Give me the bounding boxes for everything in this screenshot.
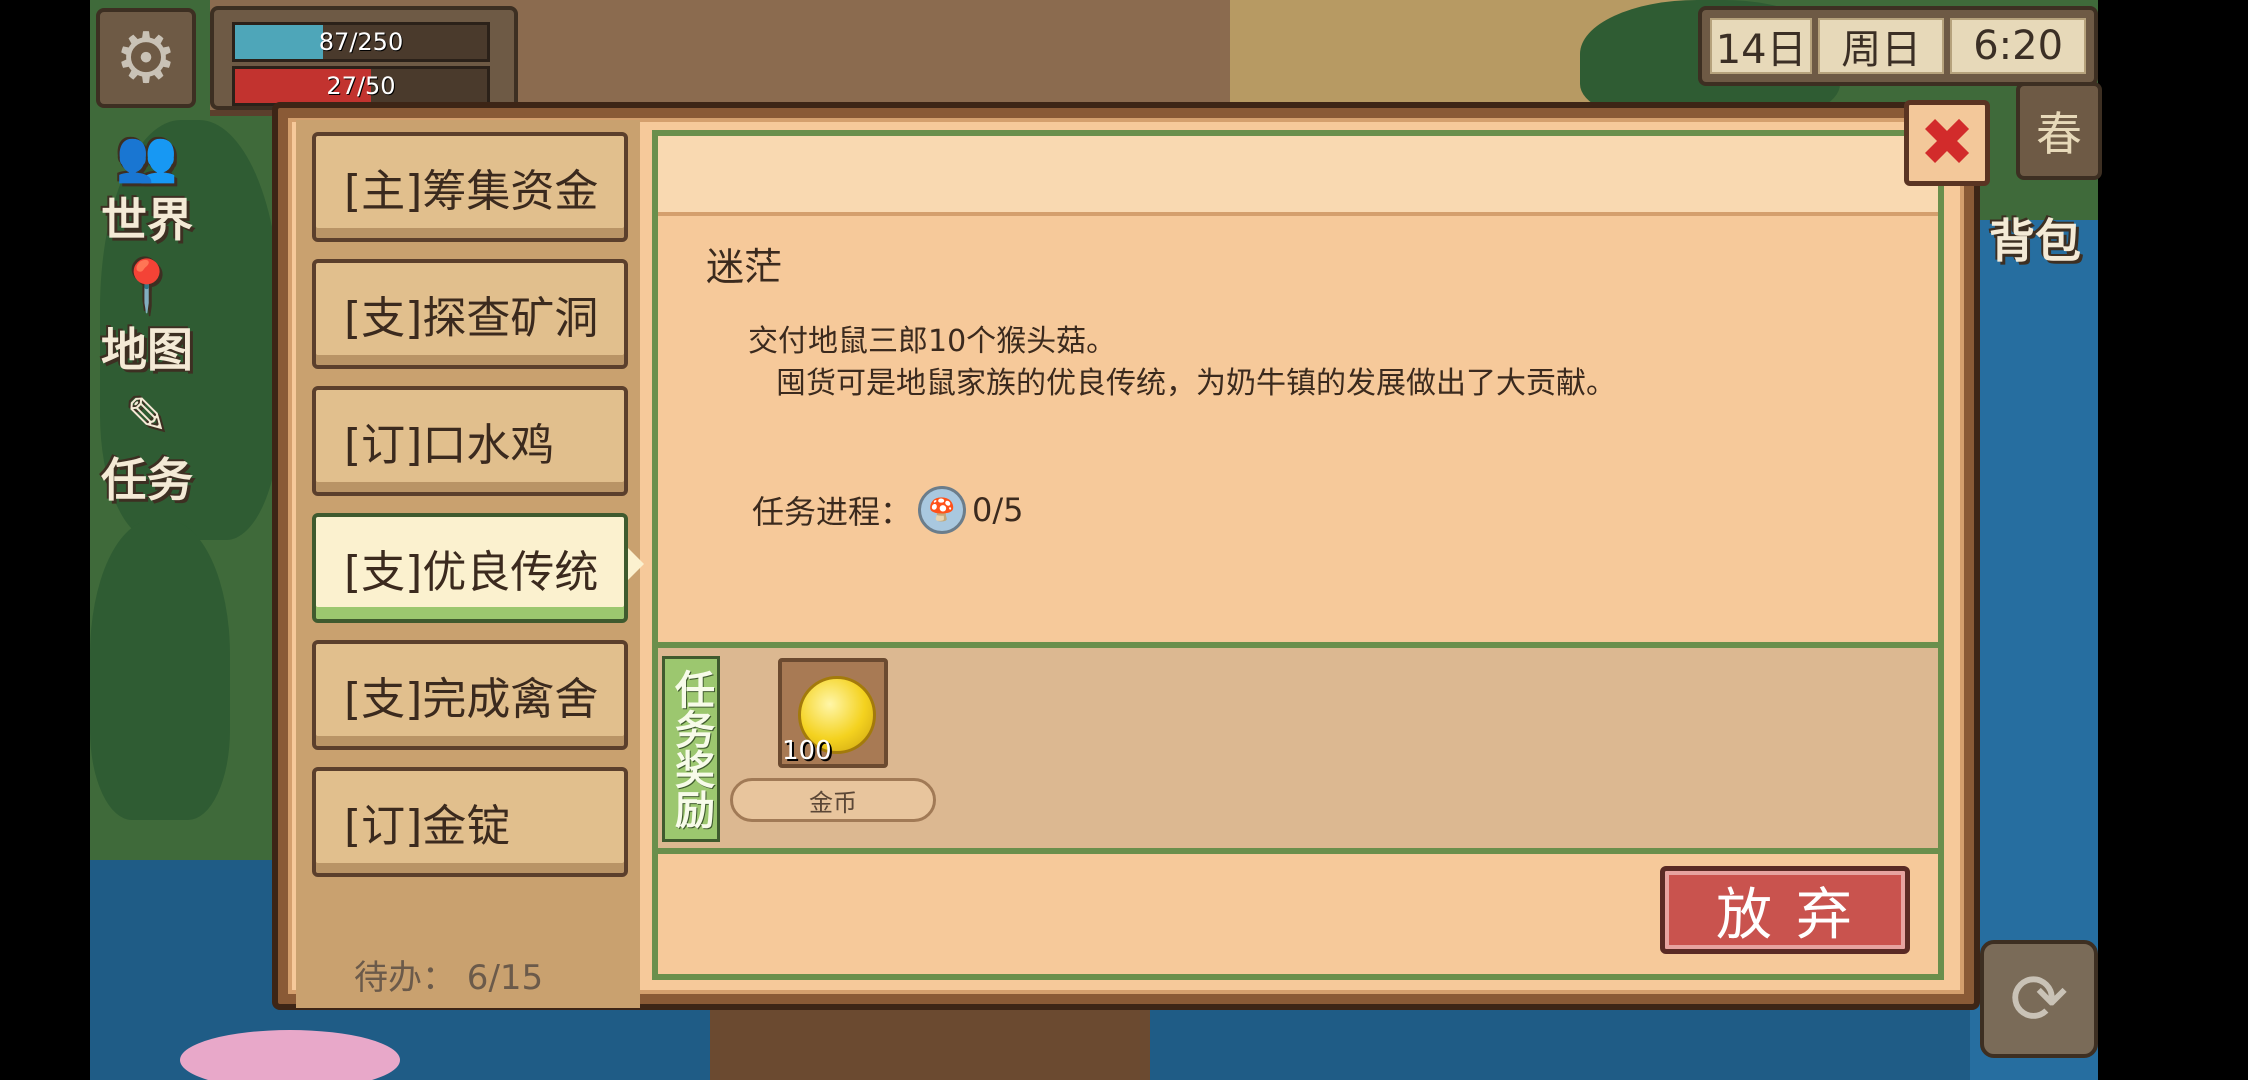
quest-item-label: [支]探查矿洞 [344,293,599,344]
quest-item[interactable]: [支]完成禽舍 [312,640,628,750]
clock-time: 6:20 [1950,18,2086,74]
quest-item-label: [主]筹集资金 [344,166,599,217]
map-button[interactable]: 📍 地图 [92,258,202,380]
people-icon: 👥 [115,127,179,185]
selection-arrow-icon [628,548,644,580]
close-icon: ✖ [1919,104,1975,181]
energy-bar: 27/50 [232,66,490,106]
refresh-button[interactable]: ⟳ [1980,940,2098,1058]
quest-title: 迷茫 [706,245,783,289]
date-weekday: 周日 [1818,18,1945,74]
quest-item[interactable]: [订]金锭 [312,767,628,877]
quest-detail-panel: 迷茫 交付地鼠三郎10个猴头菇。 囤货可是地鼠家族的优良传统，为奶牛镇的发展做出… [652,130,1944,980]
reward-quantity: 100 [782,736,832,766]
quest-item-label: [订]口水鸡 [344,420,555,471]
quest-item-label: [支]完成禽舍 [344,674,599,725]
task-button[interactable]: ✎ 任务 [92,388,202,510]
health-text: 87/250 [318,28,404,56]
quest-item[interactable]: [主]筹集资金 [312,132,628,242]
quest-item[interactable]: [支]探查矿洞 [312,259,628,369]
quest-item[interactable]: [订]口水鸡 [312,386,628,496]
quest-item-selected[interactable]: [支]优良传统 [312,513,628,623]
energy-text: 27/50 [326,72,396,100]
settings-button[interactable]: ⚙ [96,8,196,108]
reward-item-name: 金币 [730,778,936,822]
season-indicator: 春 [2016,82,2102,180]
date-time-panel: 14日 周日 6:20 [1698,6,2098,86]
progress-value: 0/5 [972,491,1024,529]
quest-progress: 任务进程： 🍄 0/5 [752,486,1024,534]
detail-tab-strip [658,136,1938,216]
reward-item-slot[interactable]: 100 [778,658,888,768]
progress-label: 任务进程： [752,493,913,531]
todo-counter: 待办： 6/15 [354,957,544,998]
close-button[interactable]: ✖ [1904,100,1990,186]
bag-label: 背包 [1989,214,2081,268]
quill-icon: ✎ [126,387,168,445]
task-label: 任务 [101,453,193,507]
map-label: 地图 [101,323,193,377]
quest-flavor-text: 囤货可是地鼠家族的优良传统，为奶牛镇的发展做出了大贡献。 [776,366,1616,401]
mushroom-icon: 🍄 [918,486,967,534]
quest-item-label: [订]金锭 [344,801,511,852]
map-pin-icon: 📍 [115,257,179,315]
reward-section-label: 任务奖励 [662,656,720,842]
quest-description: 交付地鼠三郎10个猴头菇。 [748,324,1117,359]
reward-section: 任务奖励 100 金币 [658,642,1938,854]
abandon-quest-button[interactable]: 放弃 [1660,866,1910,954]
world-label: 世界 [101,193,193,247]
refresh-icon: ⟳ [2009,958,2069,1040]
world-button[interactable]: 👥 世界 [92,128,202,250]
bag-button[interactable]: 背包 [1980,205,2090,271]
quest-item-label: [支]优良传统 [344,547,599,598]
gear-icon: ⚙ [114,17,178,99]
date-day: 14日 [1710,18,1813,74]
status-bars: 87/250 27/50 [210,6,518,110]
pine-tree [90,520,230,820]
health-bar: 87/250 [232,22,490,62]
